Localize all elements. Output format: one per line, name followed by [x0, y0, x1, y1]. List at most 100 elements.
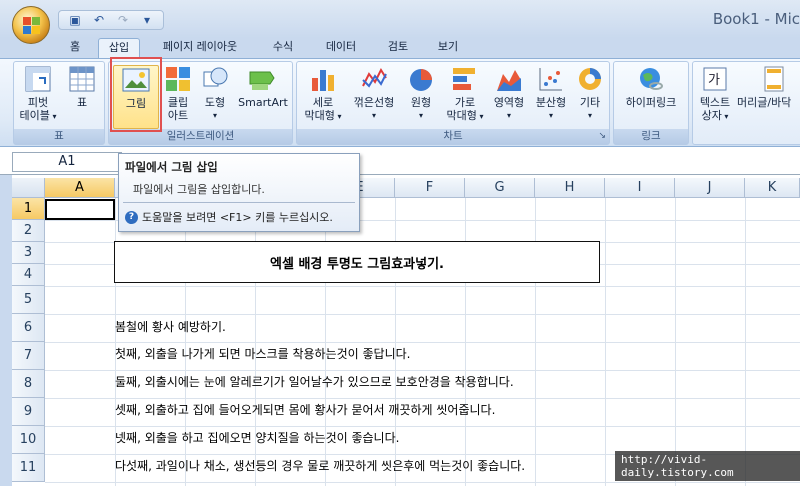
save-icon[interactable]: ▣	[65, 12, 85, 28]
line-dropdown-icon: ▾	[371, 111, 376, 120]
screentip: 파일에서 그림 삽입 파일에서 그림을 삽입합니다. ? 도움말을 보려면 <F…	[118, 153, 360, 232]
gridline	[45, 286, 800, 287]
select-all-corner[interactable]	[12, 178, 45, 198]
other-chart-button[interactable]: 기타 ▾	[573, 65, 607, 122]
dialog-launcher-icon[interactable]: ↘	[598, 129, 606, 144]
area-dropdown-icon: ▾	[506, 111, 511, 120]
group-charts: 세로 막대형 ▾ 꺾은선형 ▾ 원형 ▾ 가로 막대형 ▾ 영역형 ▾ 분산형 …	[296, 61, 610, 145]
quick-access-toolbar: ▣ ↶ ↷ ▾	[58, 10, 164, 30]
clipart-button[interactable]: 클립 아트	[161, 65, 195, 122]
column-header-g[interactable]: G	[465, 178, 535, 198]
column-header-h[interactable]: H	[535, 178, 605, 198]
area-chart-icon	[494, 65, 524, 93]
smartart-icon	[248, 65, 278, 93]
group-label-charts: 차트 ↘	[297, 129, 609, 144]
sheet-text-line[interactable]: 다섯째, 과일이나 채소, 생선등의 경우 물로 깨끗하게 씻은후에 먹는것이 …	[115, 457, 525, 474]
tab-insert[interactable]: 삽입	[98, 38, 140, 58]
tab-page-layout[interactable]: 페이지 레이아웃	[152, 38, 248, 58]
scatter-chart-button[interactable]: 분산형 ▾	[531, 65, 571, 122]
column-header-j[interactable]: J	[675, 178, 745, 198]
hyperlink-button[interactable]: 하이퍼링크	[618, 65, 684, 109]
group-text: 가 텍스트 상자 ▾ 머리글/바닥	[692, 61, 800, 145]
row-header-1[interactable]: 1	[12, 198, 45, 220]
office-button[interactable]	[12, 6, 50, 44]
sheet-text-line[interactable]: 둘째, 외출시에는 눈에 알레르기가 일어날수가 있으므로 보호안경을 착용합니…	[115, 373, 514, 390]
shapes-button[interactable]: 도형 ▾	[197, 65, 233, 122]
gridline	[745, 198, 746, 486]
redo-icon[interactable]: ↷	[113, 12, 133, 28]
pie-dropdown-icon: ▾	[418, 111, 423, 120]
name-box[interactable]: A1	[12, 152, 122, 172]
customize-icon[interactable]: ▾	[137, 12, 157, 28]
sheet-text-line[interactable]: 첫째, 외출을 나가게 되면 마스크를 착용하는것이 좋답니다.	[115, 345, 410, 362]
textbox-label-1: 텍스트	[699, 96, 731, 109]
sheet-text-line[interactable]: 셋째, 외출하고 집에 들어오게되면 몸에 황사가 묻어서 깨끗하게 씻어줍니다…	[115, 401, 495, 418]
sheet-heading-box[interactable]: 엑셀 배경 투명도 그림효과넣기.	[114, 241, 600, 283]
scatter-dropdown-icon: ▾	[548, 111, 553, 120]
row-header-5[interactable]: 5	[12, 286, 45, 314]
column-header-a[interactable]: A	[45, 178, 115, 198]
column-header-f[interactable]: F	[395, 178, 465, 198]
row-header-7[interactable]: 7	[12, 342, 45, 370]
row-header-10[interactable]: 10	[12, 426, 45, 454]
screentip-title: 파일에서 그림 삽입	[125, 160, 218, 174]
table-icon	[67, 65, 97, 93]
tab-home[interactable]: 홈	[62, 38, 88, 58]
row-header-6[interactable]: 6	[12, 314, 45, 342]
gridline	[45, 426, 800, 427]
screentip-description: 파일에서 그림을 삽입합니다.	[133, 183, 265, 196]
pie-chart-icon	[406, 65, 436, 93]
tab-data[interactable]: 데이터	[318, 38, 364, 58]
bar-chart-button[interactable]: 가로 막대형 ▾	[443, 65, 487, 123]
row-header-8[interactable]: 8	[12, 370, 45, 398]
gridline	[45, 342, 800, 343]
column-label-2: 막대형 ▾	[304, 109, 342, 122]
window-title: Book1 - Mic	[712, 10, 800, 28]
row-header-2[interactable]: 2	[12, 220, 45, 242]
column-label-1: 세로	[312, 96, 334, 109]
active-cell-a1[interactable]	[45, 199, 115, 220]
smartart-button[interactable]: SmartArt	[235, 65, 291, 109]
column-chart-button[interactable]: 세로 막대형 ▾	[301, 65, 345, 123]
gridline	[45, 398, 800, 399]
tab-review[interactable]: 검토	[378, 38, 418, 58]
line-chart-button[interactable]: 꺾은선형 ▾	[349, 65, 399, 122]
row-header-4[interactable]: 4	[12, 264, 45, 286]
header-footer-button[interactable]: 머리글/바닥	[737, 65, 800, 109]
hyperlink-label: 하이퍼링크	[625, 96, 677, 109]
line-chart-icon	[359, 65, 389, 93]
sheet-text-line[interactable]: 봄철에 황사 예방하기.	[115, 318, 226, 335]
picture-button[interactable]: 그림	[113, 65, 159, 129]
pivot-table-button[interactable]: 피벗 테이블 ▾	[17, 65, 59, 123]
picture-icon	[121, 66, 151, 94]
group-label-illustrations: 일러스트레이션	[109, 129, 292, 144]
picture-label: 그림	[125, 97, 147, 110]
area-chart-button[interactable]: 영역형 ▾	[489, 65, 529, 122]
header-footer-label: 머리글/바닥	[737, 96, 792, 109]
textbox-button[interactable]: 가 텍스트 상자 ▾	[695, 65, 735, 123]
shapes-icon	[200, 65, 230, 93]
undo-icon[interactable]: ↶	[89, 12, 109, 28]
group-label-table: 표	[14, 129, 104, 144]
area-label: 영역형	[493, 96, 525, 109]
ribbon-tabs: 홈 삽입 페이지 레이아웃 수식 데이터 검토 보기	[0, 38, 800, 58]
shapes-dropdown-icon: ▾	[212, 111, 217, 120]
hyperlink-globe-icon	[636, 65, 666, 93]
tab-view[interactable]: 보기	[428, 38, 468, 58]
gridline	[45, 482, 800, 483]
ribbon: 피벗 테이블 ▾ 표 표 그림 클립 아트 도형 ▾ SmartArt 일러스트…	[0, 58, 800, 147]
textbox-icon: 가	[700, 65, 730, 93]
screentip-help: ? 도움말을 보려면 <F1> 키를 누르십시오.	[125, 209, 333, 225]
table-button[interactable]: 표	[64, 65, 100, 109]
tab-formulas[interactable]: 수식	[262, 38, 304, 58]
column-header-k[interactable]: K	[745, 178, 800, 198]
sheet-text-line[interactable]: 넷째, 외출을 하고 집에오면 양치질을 하는것이 좋습니다.	[115, 429, 399, 446]
row-header-11[interactable]: 11	[12, 454, 45, 482]
group-links: 하이퍼링크 링크	[613, 61, 689, 145]
column-header-i[interactable]: I	[605, 178, 675, 198]
row-header-9[interactable]: 9	[12, 398, 45, 426]
pie-chart-button[interactable]: 원형 ▾	[403, 65, 439, 122]
other-label: 기타	[579, 96, 601, 109]
row-header-3[interactable]: 3	[12, 242, 45, 264]
pivot-label-1: 피벗	[27, 96, 49, 109]
